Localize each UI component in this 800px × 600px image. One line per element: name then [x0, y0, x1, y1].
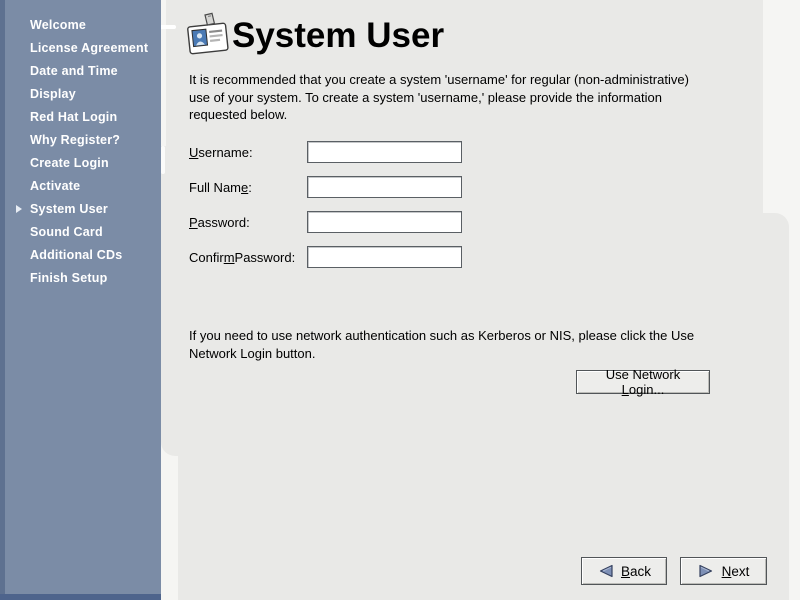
sidebar-item-sound-card: Sound Card: [0, 220, 161, 243]
current-step-arrow-icon: [16, 205, 22, 213]
username-label: Username:: [189, 141, 253, 163]
firstboot-window: Welcome License Agreement Date and Time …: [0, 0, 800, 600]
sidebar-content-gap: [161, 0, 166, 146]
sidebar-item-license-agreement: License Agreement: [0, 36, 161, 59]
back-arrow-icon: [597, 563, 614, 579]
username-row: Username:: [189, 141, 489, 163]
next-arrow-icon: [698, 563, 715, 579]
step-label: Sound Card: [30, 225, 103, 239]
sidebar-item-create-login: Create Login: [0, 151, 161, 174]
back-button-label: Back: [621, 564, 651, 579]
full-name-field[interactable]: [307, 176, 462, 198]
gap-end-highlight: [161, 146, 165, 174]
next-button[interactable]: Next: [680, 557, 767, 585]
id-badge-icon: [186, 12, 230, 60]
password-label: Password:: [189, 211, 250, 233]
username-field[interactable]: [307, 141, 462, 163]
sidebar-item-display: Display: [0, 82, 161, 105]
sidebar-item-additional-cds: Additional CDs: [0, 243, 161, 266]
step-label: License Agreement: [30, 41, 148, 55]
use-network-login-button[interactable]: Use Network Login...: [576, 370, 710, 394]
password-field[interactable]: [307, 211, 462, 233]
wizard-step-list: Welcome License Agreement Date and Time …: [0, 13, 161, 289]
sidebar-item-finish-setup: Finish Setup: [0, 266, 161, 289]
step-label: Finish Setup: [30, 271, 107, 285]
sidebar-item-why-register: Why Register?: [0, 128, 161, 151]
confirm-password-row: Confirm Password:: [189, 246, 489, 268]
next-button-label: Next: [722, 564, 750, 579]
page-title: System User: [232, 14, 444, 58]
step-label: Red Hat Login: [30, 110, 117, 124]
sidebar-item-activate: Activate: [0, 174, 161, 197]
sidebar-item-welcome: Welcome: [0, 13, 161, 36]
wizard-sidebar: Welcome License Agreement Date and Time …: [0, 0, 161, 600]
step-label: Why Register?: [30, 133, 120, 147]
sidebar-bottom-strip: [0, 594, 161, 600]
content-card-bottom: [178, 213, 789, 600]
step-label: Date and Time: [30, 64, 118, 78]
step-label: Additional CDs: [30, 248, 122, 262]
sidebar-item-date-and-time: Date and Time: [0, 59, 161, 82]
step-label: System User: [30, 202, 108, 216]
step-label: Display: [30, 87, 76, 101]
password-row: Password:: [189, 211, 489, 233]
confirm-password-label: Confirm Password:: [189, 246, 295, 268]
back-button[interactable]: Back: [581, 557, 667, 585]
full-name-label: Full Name:: [189, 176, 252, 198]
step-label: Welcome: [30, 18, 86, 32]
confirm-password-field[interactable]: [307, 246, 462, 268]
sidebar-item-system-user: System User: [0, 197, 161, 220]
network-auth-note: If you need to use network authenticatio…: [189, 327, 701, 362]
step-label: Create Login: [30, 156, 109, 170]
step-label: Activate: [30, 179, 80, 193]
use-network-login-label: Use Network Login...: [583, 367, 703, 397]
sidebar-item-red-hat-login: Red Hat Login: [0, 105, 161, 128]
intro-text: It is recommended that you create a syst…: [189, 71, 701, 124]
full-name-row: Full Name:: [189, 176, 489, 198]
